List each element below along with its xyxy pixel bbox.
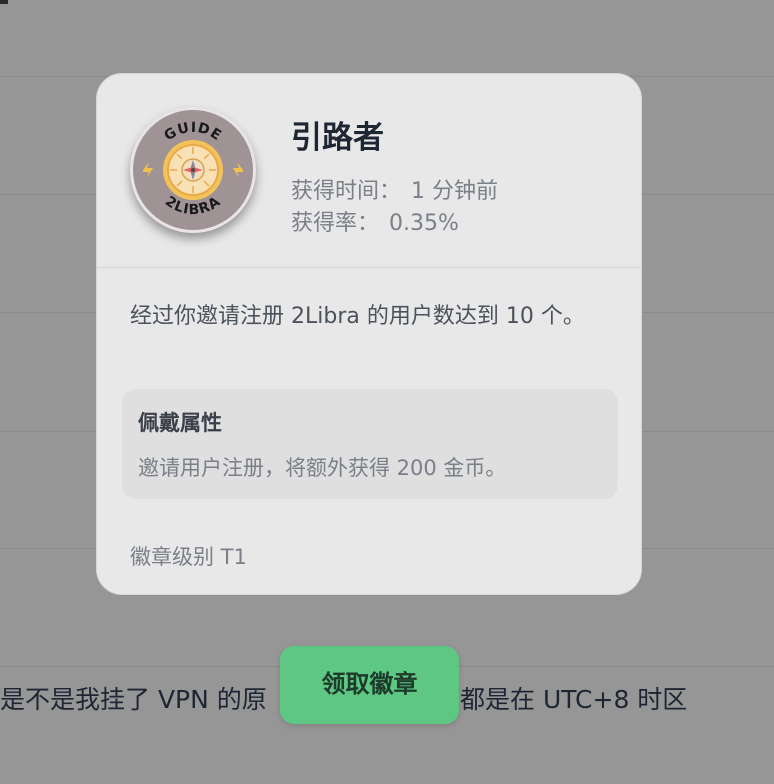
badge-detail-card: GUIDE 2LIBRA 引路者 获得时间： 1 分钟前 获得率： 0.35% …: [96, 73, 642, 595]
earn-rate-value: 0.35%: [389, 211, 459, 236]
wear-attributes-box: 佩戴属性 邀请用户注册，将额外获得 200 金币。: [122, 389, 618, 499]
compass-icon: GUIDE 2LIBRA: [135, 112, 251, 228]
earn-rate-label: 获得率：: [291, 211, 380, 236]
earned-time-label: 获得时间：: [291, 179, 402, 204]
background-post-text: 是不是我挂了 VPN 的原: [0, 685, 267, 714]
earned-time-value: 1 分钟前: [411, 179, 499, 204]
badge-image: GUIDE 2LIBRA: [130, 107, 256, 233]
badge-title: 引路者: [291, 120, 384, 156]
page-backdrop: 是不是我挂了 VPN 的原 都是在 UTC+8 时区 GUIDE 2LIBRA: [0, 0, 774, 784]
card-divider: [97, 267, 641, 268]
claim-badge-button[interactable]: 领取徽章: [280, 646, 459, 724]
badge-description: 经过你邀请注册 2Libra 的用户数达到 10 个。: [130, 304, 585, 329]
wear-attributes-heading: 佩戴属性: [138, 411, 222, 435]
earned-time: 获得时间： 1 分钟前: [291, 173, 498, 205]
background-post-text-right: 都是在 UTC+8 时区: [460, 685, 688, 714]
badge-level: 徽章级别 T1: [130, 545, 247, 569]
badge-header: GUIDE 2LIBRA 引路者 获得时间： 1 分钟前 获得率： 0.35%: [97, 74, 641, 268]
background-glyph: [0, 0, 8, 4]
wear-attributes-text: 邀请用户注册，将额外获得 200 金币。: [138, 456, 507, 480]
earn-rate: 获得率： 0.35%: [291, 205, 459, 237]
